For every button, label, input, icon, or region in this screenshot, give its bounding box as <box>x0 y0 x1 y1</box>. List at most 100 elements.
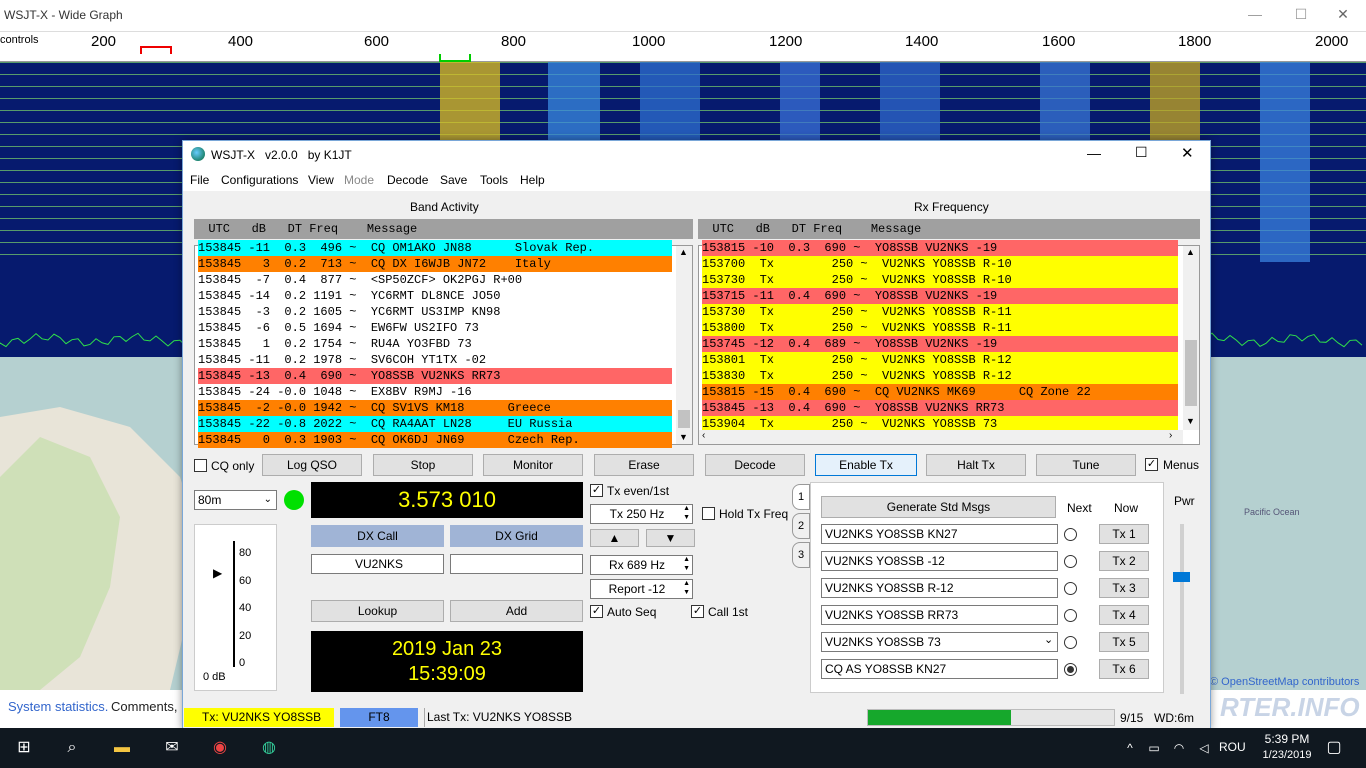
menu-save[interactable]: Save <box>440 173 467 187</box>
rx-frequency-spinbox[interactable]: Rx 689 Hz ▲ ▼ <box>590 555 693 575</box>
spin-arrows-icon[interactable]: ▲ ▼ <box>683 504 690 522</box>
tx-message-field[interactable]: CQ AS YO8SSB KN27 <box>821 659 1058 679</box>
windows-start-icon[interactable]: ⊞ <box>12 736 36 760</box>
next-radio[interactable] <box>1064 636 1077 649</box>
rx-vertical-scrollbar[interactable]: ▲ ▼ <box>1183 246 1199 430</box>
minimize-icon[interactable]: — <box>1232 6 1278 26</box>
band-activity-row[interactable]: 153845 -22 -0.8 2022 ~ CQ RA4AAT LN28 EU… <box>198 416 672 432</box>
next-radio[interactable] <box>1064 528 1077 541</box>
rx-frequency-row[interactable]: 153715 -11 0.4 690 ~ YO8SSB VU2NKS -19 <box>702 288 1178 304</box>
chevron-up-icon[interactable]: ^ <box>1118 736 1142 760</box>
rx-frequency-row[interactable]: 153730 Tx 250 ~ VU2NKS YO8SSB R-10 <box>702 272 1178 288</box>
tx-message-field[interactable]: VU2NKS YO8SSB 73 <box>821 632 1058 652</box>
scroll-down-icon[interactable]: ▼ <box>679 432 688 442</box>
rx-frequency-row[interactable]: 153700 Tx 250 ~ VU2NKS YO8SSB R-10 <box>702 256 1178 272</box>
power-slider-track[interactable] <box>1180 524 1184 694</box>
call-1st-checkbox[interactable]: ✓ <box>691 605 704 618</box>
enable-tx-button[interactable]: Enable Tx <box>815 454 917 476</box>
close-icon[interactable]: ✕ <box>1181 144 1194 162</box>
rx-frequency-row[interactable]: 153801 Tx 250 ~ VU2NKS YO8SSB R-12 <box>702 352 1178 368</box>
dx-call-input[interactable]: VU2NKS <box>311 554 444 574</box>
tx-even-checkbox[interactable]: ✓ <box>590 484 603 497</box>
decode-button[interactable]: Decode <box>705 454 805 476</box>
band-activity-row[interactable]: 153845 -3 0.2 1605 ~ YC6RMT US3IMP KN98 <box>198 304 672 320</box>
tx-6-button[interactable]: Tx 6 <box>1099 659 1149 679</box>
chevron-down-icon[interactable]: ⌄ <box>1044 633 1053 646</box>
tx-message-field[interactable]: VU2NKS YO8SSB R-12 <box>821 578 1058 598</box>
next-radio[interactable] <box>1064 609 1077 622</box>
add-button[interactable]: Add <box>450 600 583 622</box>
band-activity-row[interactable]: 153845 -13 0.4 690 ~ YO8SSB VU2NKS RR73 <box>198 368 672 384</box>
maximize-icon[interactable]: ☐ <box>1135 144 1148 161</box>
controls-label[interactable]: controls <box>0 34 39 46</box>
next-radio[interactable] <box>1064 555 1077 568</box>
menu-mode[interactable]: Mode <box>344 173 374 187</box>
tab-2[interactable]: 2 <box>792 513 810 539</box>
band-select[interactable]: 80m ⌄ <box>194 490 277 510</box>
file-explorer-icon[interactable]: ▬ <box>110 736 134 760</box>
spin-arrows-icon[interactable]: ▲ ▼ <box>683 579 690 597</box>
tx-4-button[interactable]: Tx 4 <box>1099 605 1149 625</box>
band-activity-row[interactable]: 153845 -14 0.2 1191 ~ YC6RMT DL8NCE JO50 <box>198 288 672 304</box>
search-icon[interactable]: ⌕ <box>60 736 84 760</box>
scroll-up-icon[interactable]: ▲ <box>679 247 688 257</box>
rx-frequency-row[interactable]: 153815 -10 0.3 690 ~ YO8SSB VU2NKS -19 <box>702 240 1178 256</box>
auto-seq-checkbox[interactable]: ✓ <box>590 605 603 618</box>
scroll-right-icon[interactable]: › <box>1169 430 1172 441</box>
language-indicator[interactable]: ROU <box>1219 740 1246 754</box>
spin-arrows-icon[interactable]: ▲ ▼ <box>683 555 690 573</box>
rx-horizontal-scrollbar[interactable]: ‹ › <box>699 430 1183 444</box>
lookup-button[interactable]: Lookup <box>311 600 444 622</box>
map-attribution[interactable]: © OpenStreetMap contributors <box>1210 676 1359 688</box>
scroll-thumb[interactable] <box>678 410 690 428</box>
cq-only-checkbox[interactable] <box>194 459 207 472</box>
tx-message-field[interactable]: VU2NKS YO8SSB KN27 <box>821 524 1058 544</box>
tx-frequency-spinbox[interactable]: Tx 250 Hz ▲ ▼ <box>590 504 693 524</box>
tune-button[interactable]: Tune <box>1036 454 1136 476</box>
monitor-button[interactable]: Monitor <box>483 454 583 476</box>
tx-5-button[interactable]: Tx 5 <box>1099 632 1149 652</box>
rx-frequency-row[interactable]: 153830 Tx 250 ~ VU2NKS YO8SSB R-12 <box>702 368 1178 384</box>
clock-time[interactable]: 5:39 PM <box>1262 732 1312 746</box>
band-activity-scrollbar[interactable]: ▲ ▼ <box>676 246 692 444</box>
hold-tx-checkbox[interactable] <box>702 507 715 520</box>
volume-icon[interactable]: ◁ <box>1192 736 1216 760</box>
menu-decode[interactable]: Decode <box>387 173 428 187</box>
band-activity-list[interactable]: 153845 -11 0.3 496 ~ CQ OM1AKO JN88 Slov… <box>194 240 693 448</box>
power-slider-handle[interactable] <box>1173 572 1190 582</box>
mail-icon[interactable]: ✉ <box>160 736 184 760</box>
dx-grid-input[interactable] <box>450 554 583 574</box>
menu-view[interactable]: View <box>308 173 334 187</box>
wsjtx-taskbar-icon[interactable]: ◍ <box>257 736 281 760</box>
up-arrow-button[interactable]: ▲ <box>590 529 639 547</box>
tx-message-field[interactable]: VU2NKS YO8SSB -12 <box>821 551 1058 571</box>
tab-3[interactable]: 3 <box>792 542 810 568</box>
band-activity-row[interactable]: 153845 -11 0.2 1978 ~ SV6COH YT1TX -02 <box>198 352 672 368</box>
stop-button[interactable]: Stop <box>373 454 473 476</box>
log-qso-button[interactable]: Log QSO <box>262 454 362 476</box>
maximize-icon[interactable]: ☐ <box>1278 6 1324 26</box>
tab-1[interactable]: 1 <box>792 484 810 510</box>
minimize-icon[interactable]: — <box>1087 145 1101 161</box>
band-activity-row[interactable]: 153845 -7 0.4 877 ~ <SP50ZCF> OK2PGJ R+0… <box>198 272 672 288</box>
chrome-icon[interactable]: ◉ <box>208 736 232 760</box>
menu-configurations[interactable]: Configurations <box>221 173 298 187</box>
band-activity-row[interactable]: 153845 -2 -0.0 1942 ~ CQ SV1VS KM18 Gree… <box>198 400 672 416</box>
menu-tools[interactable]: Tools <box>480 173 508 187</box>
halt-tx-button[interactable]: Halt Tx <box>926 454 1026 476</box>
menu-file[interactable]: File <box>190 173 209 187</box>
band-activity-row[interactable]: 153845 3 0.2 713 ~ CQ DX I6WJB JN72 Ital… <box>198 256 672 272</box>
next-radio[interactable] <box>1064 582 1077 595</box>
frequency-scale[interactable]: controls 200 400 600 800 1000 1200 1400 … <box>0 32 1366 62</box>
down-arrow-button[interactable]: ▼ <box>646 529 695 547</box>
tx-1-button[interactable]: Tx 1 <box>1099 524 1149 544</box>
notification-icon[interactable]: ▢ <box>1322 736 1346 760</box>
tx-3-button[interactable]: Tx 3 <box>1099 578 1149 598</box>
band-activity-row[interactable]: 153845 0 0.3 1903 ~ CQ OK6DJ JN69 Czech … <box>198 432 672 448</box>
rx-frequency-row[interactable]: 153800 Tx 250 ~ VU2NKS YO8SSB R-11 <box>702 320 1178 336</box>
battery-icon[interactable]: ▭ <box>1142 736 1166 760</box>
clock-date[interactable]: 1/23/2019 <box>1256 749 1318 761</box>
rx-frequency-row[interactable]: 153845 -13 0.4 690 ~ YO8SSB VU2NKS RR73 <box>702 400 1178 416</box>
generate-std-msgs-button[interactable]: Generate Std Msgs <box>821 496 1056 518</box>
rx-frequency-row[interactable]: 153745 -12 0.4 689 ~ YO8SSB VU2NKS -19 <box>702 336 1178 352</box>
